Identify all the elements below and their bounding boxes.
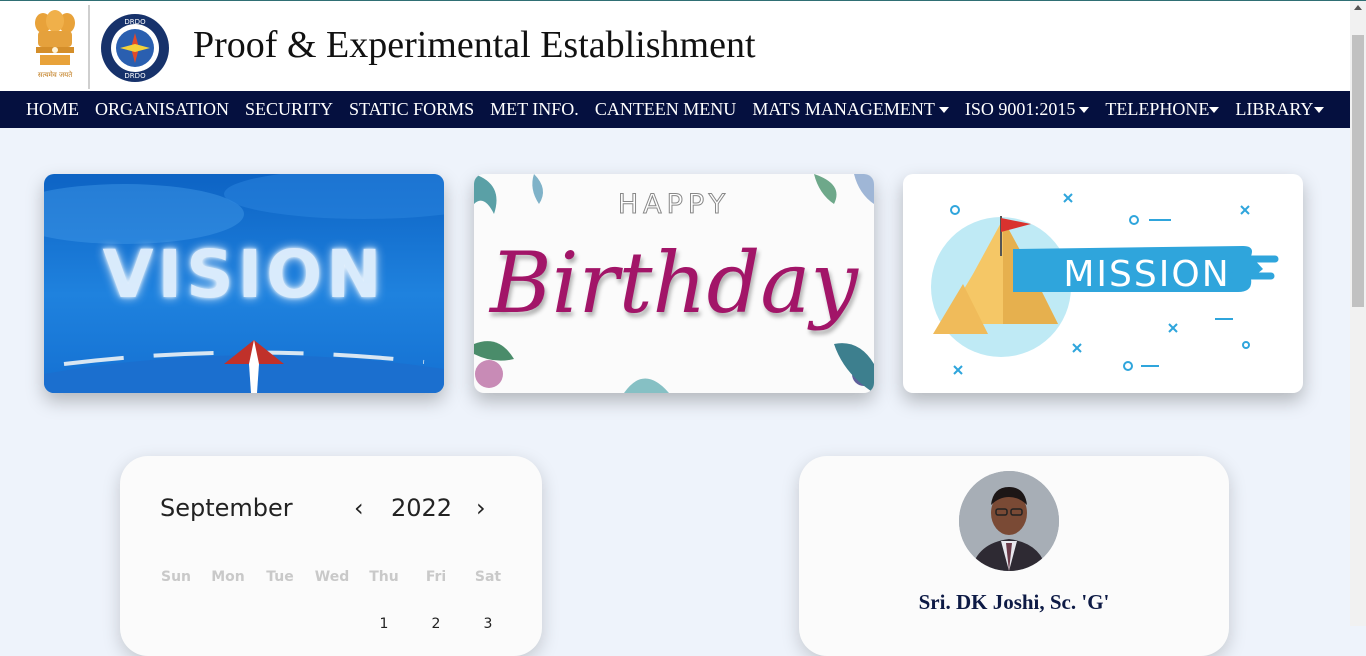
caret-down-icon bbox=[1314, 106, 1325, 113]
director-name: Sri. DK Joshi, Sc. 'G' bbox=[918, 590, 1110, 614]
nav-static-forms[interactable]: STATIC FORMS bbox=[349, 99, 474, 120]
svg-text:DRDO: DRDO bbox=[124, 72, 146, 80]
calendar-weekday-header: Sun Mon Tue Wed Thu Fri Sat bbox=[150, 569, 515, 585]
nav-telephone[interactable]: TELEPHONE bbox=[1105, 99, 1220, 120]
site-title: Proof & Experimental Establishment bbox=[193, 24, 756, 66]
calendar-day-row: 1 2 3 bbox=[150, 616, 515, 632]
nav-home[interactable]: HOME bbox=[26, 99, 79, 120]
vertical-scrollbar[interactable] bbox=[1350, 1, 1366, 626]
scrollbar-thumb[interactable] bbox=[1352, 35, 1364, 307]
scroll-up-arrow-icon[interactable] bbox=[1354, 5, 1362, 10]
national-emblem-logo: सत्यमेव जयते bbox=[30, 9, 80, 83]
weekday-label: Tue bbox=[266, 569, 294, 585]
nav-library[interactable]: LIBRARY bbox=[1235, 99, 1325, 120]
nav-label: MATS MANAGEMENT bbox=[752, 99, 935, 119]
nav-canteen-menu[interactable]: CANTEEN MENU bbox=[595, 99, 737, 120]
calendar-month: September bbox=[160, 494, 293, 522]
happy-text: HAPPY bbox=[617, 189, 731, 221]
drdo-logo: DRDO DRDO bbox=[100, 13, 170, 83]
weekday-label: Fri bbox=[425, 569, 447, 585]
site-header: सत्यमेव जयते DRDO DRDO Proof & Experimen… bbox=[0, 1, 1350, 91]
weekday-label: Sat bbox=[474, 569, 502, 585]
svg-text:DRDO: DRDO bbox=[124, 18, 146, 26]
vision-card[interactable]: VISION bbox=[44, 174, 444, 393]
nav-label: STATIC FORMS bbox=[349, 99, 475, 119]
calendar-day bbox=[306, 616, 358, 632]
nav-label: ORGANISATION bbox=[95, 99, 229, 119]
nav-mats-management[interactable]: MATS MANAGEMENT bbox=[752, 99, 949, 120]
nav-label: TELEPHONE bbox=[1105, 99, 1210, 119]
nav-security[interactable]: SECURITY bbox=[245, 99, 333, 120]
calendar-day[interactable]: 3 bbox=[462, 616, 514, 632]
calendar-day[interactable]: 2 bbox=[410, 616, 462, 632]
svg-text:सत्यमेव जयते: सत्यमेव जयते bbox=[38, 70, 73, 79]
nav-label: CANTEEN MENU bbox=[594, 99, 737, 119]
calendar-year: 2022 bbox=[391, 494, 453, 522]
previous-month-icon[interactable]: ‹ bbox=[354, 494, 364, 522]
nav-label: MET INFO. bbox=[490, 99, 579, 119]
nav-label: ISO 9001:2015 bbox=[964, 99, 1076, 119]
caret-down-icon bbox=[938, 106, 949, 113]
birthday-card[interactable]: HAPPY Birthday bbox=[474, 174, 874, 393]
calendar-day[interactable]: 1 bbox=[358, 616, 410, 632]
birthday-text: Birthday bbox=[490, 234, 858, 332]
nav-organisation[interactable]: ORGANISATION bbox=[95, 99, 229, 120]
director-card: Sri. DK Joshi, Sc. 'G' bbox=[799, 456, 1229, 656]
vision-text: VISION bbox=[102, 236, 386, 313]
nav-iso[interactable]: ISO 9001:2015 bbox=[965, 99, 1090, 120]
calendar-widget: September ‹ 2022 › Sun Mon Tue Wed Thu F… bbox=[120, 456, 542, 656]
main-navigation: HOME ORGANISATION SECURITY STATIC FORMS … bbox=[0, 91, 1350, 128]
nav-met-info[interactable]: MET INFO. bbox=[490, 99, 579, 120]
weekday-label: Wed bbox=[314, 569, 350, 585]
nav-label: SECURITY bbox=[245, 99, 334, 119]
calendar-day bbox=[150, 616, 202, 632]
next-month-icon[interactable]: › bbox=[476, 494, 486, 522]
mission-text: MISSION bbox=[1063, 254, 1231, 295]
caret-down-icon bbox=[1209, 106, 1220, 113]
weekday-label: Sun bbox=[160, 569, 192, 585]
caret-down-icon bbox=[1079, 106, 1090, 113]
nav-label: HOME bbox=[26, 99, 79, 119]
calendar-day bbox=[202, 616, 254, 632]
header-divider bbox=[88, 5, 90, 89]
mission-card[interactable]: MISSION bbox=[903, 174, 1303, 393]
calendar-day bbox=[254, 616, 306, 632]
nav-label: LIBRARY bbox=[1235, 99, 1314, 119]
director-photo bbox=[959, 471, 1059, 571]
weekday-label: Mon bbox=[211, 569, 245, 585]
weekday-label: Thu bbox=[369, 569, 399, 585]
